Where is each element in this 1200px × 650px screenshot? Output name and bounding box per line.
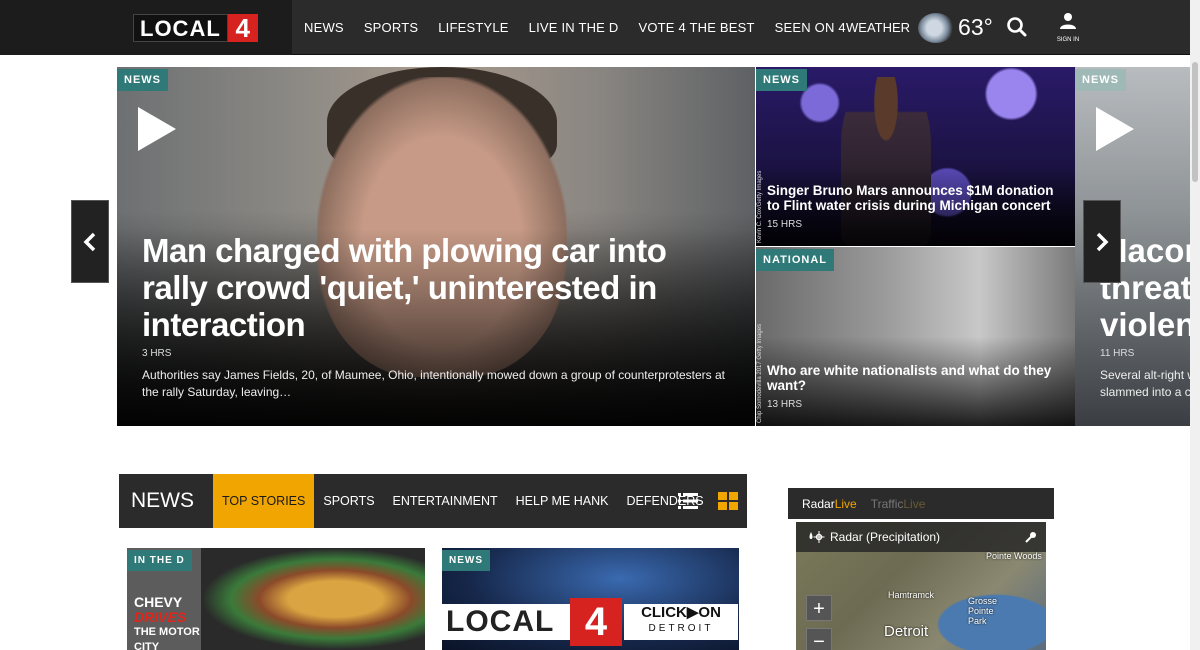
story-time: 3 HRS — [142, 348, 172, 359]
news-section-title: NEWS — [131, 489, 194, 512]
tab-label: Traffic — [870, 496, 904, 511]
story-gradient — [756, 67, 1075, 246]
tab-entertainment[interactable]: ENTERTAINMENT — [384, 474, 507, 528]
summary-line: Several alt-right w — [1100, 368, 1190, 382]
play-video-icon[interactable] — [138, 107, 176, 151]
story-summary: Authorities say James Fields, 20, of Mau… — [142, 368, 725, 399]
news-section-bar: NEWS TOP STORIES SPORTS ENTERTAINMENT HE… — [119, 474, 747, 528]
radar-tabs: RadarLive TrafficLive — [788, 488, 1054, 519]
story-time: 15 HRS — [767, 219, 803, 230]
tab-sports[interactable]: SPORTS — [314, 474, 383, 528]
grid-view-icon[interactable] — [718, 492, 738, 510]
photo-credit: Chip Somodevilla 2017 Getty Images — [757, 323, 763, 423]
list-view-icon[interactable] — [678, 492, 698, 510]
top-navigation-bar: LOCAL 4 NEWS SPORTS LIFESTYLE LIVE IN TH… — [0, 0, 1190, 55]
map-label-detroit: Detroit — [884, 623, 929, 640]
logo-area: LOCAL 4 — [0, 0, 292, 55]
nav-sports[interactable]: SPORTS — [364, 20, 418, 35]
main-nav: NEWS SPORTS LIFESTYLE LIVE IN THE D VOTE… — [304, 0, 846, 55]
radar-map-title: Radar (Precipitation) — [830, 530, 941, 544]
play-video-icon[interactable] — [1096, 107, 1134, 151]
main-headline[interactable]: Man charged with plowing car into rally … — [142, 232, 702, 343]
weather-label: WEATHER — [846, 20, 911, 35]
nav-seen-on-4[interactable]: SEEN ON 4 — [775, 20, 846, 35]
temperature: 63° — [958, 14, 993, 40]
clickondetroit-logo: CLICK▶ON DETROIT — [624, 604, 738, 640]
tab-label: Radar — [802, 496, 835, 511]
radar-map-header: Radar (Precipitation) — [796, 522, 1046, 552]
category-tag[interactable]: NEWS — [117, 69, 168, 91]
zoom-in-button[interactable]: + — [806, 595, 832, 621]
side-headline[interactable]: Singer Bruno Mars announces $1M donation… — [767, 183, 1057, 213]
category-tag[interactable]: NEWS — [756, 69, 807, 91]
story-photo — [201, 548, 425, 650]
tab-defenders[interactable]: DEFENDERS — [618, 474, 713, 528]
side-headline[interactable]: Who are white nationalists and what do t… — [767, 363, 1057, 393]
tab-radar-live[interactable]: RadarLive — [802, 497, 857, 511]
carousel-prev-button[interactable] — [71, 200, 109, 283]
local4-logo[interactable]: LOCAL 4 — [133, 14, 258, 42]
live-label: Live — [834, 496, 857, 511]
tab-help-me-hank[interactable]: HELP ME HANK — [507, 474, 618, 528]
featured-carousel: NEWS Man charged with plowing car into r… — [117, 67, 1190, 426]
precipitation-icon — [809, 531, 825, 543]
detroit-text: DETROIT — [648, 623, 714, 634]
logo-line: THE MOTOR — [134, 626, 200, 638]
live-label: Live — [903, 496, 926, 511]
summary-line: slammed into a cr — [1100, 385, 1190, 399]
weather-widget[interactable]: WEATHER 63° — [846, 0, 993, 55]
category-tag[interactable]: NEWS — [442, 550, 490, 571]
scrollbar-thumb[interactable] — [1192, 62, 1198, 182]
side-story-bottom[interactable]: NATIONAL Who are white nationalists and … — [756, 247, 1075, 426]
carousel-next-button[interactable] — [1083, 200, 1121, 283]
wrench-icon[interactable] — [1025, 531, 1037, 543]
radar-map[interactable]: Radar (Precipitation) Pointe Woods Hamtr… — [796, 522, 1046, 650]
sign-in-button[interactable]: SIGN IN — [1052, 12, 1084, 43]
side-story-top[interactable]: NEWS Singer Bruno Mars announces $1M don… — [756, 67, 1075, 246]
user-icon — [1060, 13, 1076, 29]
category-tag[interactable]: IN THE D — [127, 550, 192, 571]
map-label-grosse-pointe-park: Grosse Pointe Park — [968, 596, 998, 626]
cloud-weather-icon — [918, 12, 955, 43]
logo-text: LOCAL — [133, 14, 228, 42]
map-label-pointe-woods: Pointe Woods — [986, 551, 1042, 561]
story-time: 11 HRS — [1100, 348, 1135, 359]
nav-vote-4-the-best[interactable]: VOTE 4 THE BEST — [638, 20, 754, 35]
nav-lifestyle[interactable]: LIFESTYLE — [438, 20, 508, 35]
category-tag[interactable]: NEWS — [1075, 69, 1126, 91]
story-card[interactable]: NEWS LOCAL 4 CLICK▶ON DETROIT — [442, 548, 739, 650]
sign-in-label: SIGN IN — [1056, 37, 1080, 43]
zoom-out-button[interactable]: − — [806, 628, 832, 650]
main-story[interactable]: NEWS Man charged with plowing car into r… — [117, 67, 755, 426]
chevron-left-icon — [83, 232, 96, 251]
category-tag[interactable]: NATIONAL — [756, 249, 835, 271]
click-on-text: CLICK▶ON — [641, 604, 721, 621]
story-time: 13 HRS — [767, 399, 803, 410]
peek-headline-line: violen — [1100, 306, 1190, 343]
tab-top-stories[interactable]: TOP STORIES — [213, 474, 315, 528]
search-icon[interactable] — [1006, 16, 1028, 38]
logo-number: 4 — [570, 598, 622, 646]
chevron-right-icon — [1096, 232, 1109, 251]
nav-news[interactable]: NEWS — [304, 20, 344, 35]
tab-traffic-live[interactable]: TrafficLive — [871, 497, 926, 511]
story-card[interactable]: IN THE D CHEVY DRIVES THE MOTOR CITY — [127, 548, 425, 650]
story-summary: Several alt-right w slammed into a cr — [1100, 367, 1190, 401]
logo-text: LOCAL — [442, 604, 570, 640]
logo-number: 4 — [227, 14, 258, 42]
local4-clickondetroit-logo: LOCAL 4 CLICK▶ON DETROIT — [442, 598, 739, 646]
logo-line: DRIVES — [134, 609, 187, 625]
logo-line: CHEVY — [134, 594, 183, 610]
nav-live-in-the-d[interactable]: LIVE IN THE D — [529, 20, 619, 35]
photo-credit: Kevin C. Cox/Getty Images — [757, 170, 763, 243]
map-label-hamtramck: Hamtramck — [888, 590, 935, 600]
logo-line: CITY — [134, 641, 160, 650]
chevy-drives-logo: CHEVY DRIVES THE MOTOR CITY — [134, 595, 200, 650]
